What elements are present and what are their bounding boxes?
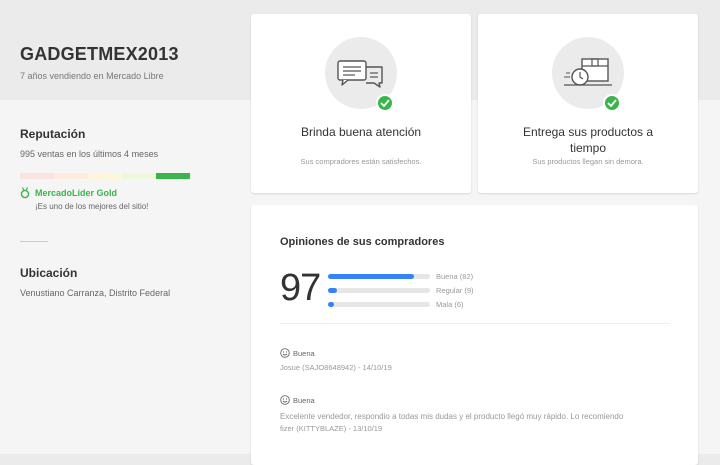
review-header: Buena bbox=[280, 395, 680, 405]
thermometer-level-4 bbox=[122, 173, 156, 179]
check-icon bbox=[376, 94, 394, 112]
attention-card: Brinda buena atención Sus compradores es… bbox=[251, 14, 471, 193]
mercadolider-badge: MercadoLíder Gold bbox=[20, 187, 220, 199]
review-item: Buena Excelente vendedor, respondio a to… bbox=[280, 395, 680, 433]
thermometer-level-5 bbox=[156, 173, 190, 179]
reputation-title: Reputación bbox=[20, 127, 86, 141]
opinions-title: Opiniones de sus compradores bbox=[280, 236, 445, 248]
opinion-bar-bad-fill bbox=[328, 301, 335, 307]
thermometer-level-1 bbox=[20, 173, 54, 179]
reputation-section: Reputación 995 ventas en los últimos 4 m… bbox=[20, 127, 220, 211]
opinion-label-regular: Regular (9) bbox=[436, 285, 474, 295]
delivery-card-title: Entrega sus productos a tiempo bbox=[522, 125, 654, 155]
opinion-row-bad: Mala (6) bbox=[328, 297, 474, 311]
check-icon bbox=[603, 94, 621, 112]
opinions-breakdown: Buena (82) Regular (9) Mala (6) bbox=[328, 269, 474, 311]
mercadolider-name: MercadoLíder Gold bbox=[35, 188, 118, 198]
review-kind: Buena bbox=[293, 348, 315, 358]
sidebar-divider bbox=[20, 241, 48, 242]
review-kind: Buena bbox=[293, 395, 315, 405]
seller-years: 7 años vendiendo en Mercado Libre bbox=[20, 71, 164, 81]
review-author-date: fizer (KITTYBLAZE) - 13/10/19 bbox=[280, 424, 383, 433]
thermometer-level-3 bbox=[88, 173, 122, 179]
opinion-label-good: Buena (82) bbox=[436, 271, 474, 281]
opinion-row-good: Buena (82) bbox=[328, 269, 474, 283]
opinion-bar-good bbox=[328, 273, 430, 279]
opinion-row-regular: Regular (9) bbox=[328, 283, 474, 297]
attention-card-title: Brinda buena atención bbox=[300, 125, 422, 139]
location-title: Ubicación bbox=[20, 266, 78, 280]
reputation-thermometer bbox=[20, 173, 190, 179]
seller-name: GADGETMEX2013 bbox=[20, 44, 179, 64]
reputation-sales: 995 ventas en los últimos 4 meses bbox=[20, 149, 159, 159]
smiley-face-icon bbox=[280, 395, 290, 405]
review-item: Buena Josue (SAJO8648942) - 14/10/19 bbox=[280, 348, 392, 372]
attention-card-subtitle: Sus compradores están satisfechos. bbox=[300, 157, 422, 166]
delivery-card: Entrega sus productos a tiempo Sus produ… bbox=[478, 14, 698, 193]
opinion-bar-bad bbox=[328, 301, 430, 307]
opinions-card: Opiniones de sus compradores 97 Buena (8… bbox=[251, 205, 698, 465]
opinion-bar-regular bbox=[328, 287, 430, 293]
opinions-separator bbox=[280, 323, 670, 324]
location-section: Ubicación Venustiano Carranza, Distrito … bbox=[20, 266, 170, 298]
thermometer-level-2 bbox=[54, 173, 88, 179]
delivery-card-subtitle: Sus productos llegan sin demora. bbox=[532, 157, 644, 166]
location-value: Venustiano Carranza, Distrito Federal bbox=[20, 288, 171, 298]
opinion-bar-good-fill bbox=[328, 273, 415, 279]
opinion-bar-regular-fill bbox=[328, 287, 338, 293]
opinions-score: 97 bbox=[280, 267, 321, 309]
smiley-face-icon bbox=[280, 348, 290, 358]
review-text: Excelente vendedor, respondio a todas mi… bbox=[280, 412, 624, 421]
seller-header: GADGETMEX2013 7 años vendiendo en Mercad… bbox=[20, 44, 179, 81]
mercadolider-description: ¡Es uno de los mejores del sitio! bbox=[35, 202, 149, 211]
opinion-label-bad: Mala (6) bbox=[436, 299, 464, 309]
review-header: Buena bbox=[280, 348, 392, 358]
review-author-date: Josue (SAJO8648942) - 14/10/19 bbox=[280, 363, 392, 372]
medal-icon bbox=[20, 187, 30, 199]
